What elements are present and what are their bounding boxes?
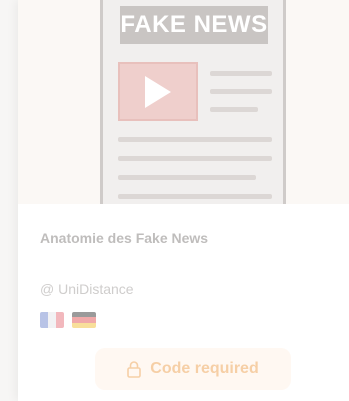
code-required-label: Code required [150,360,259,377]
text-line [118,175,256,180]
text-line [210,107,258,112]
text-line [118,194,272,199]
text-line [118,156,272,161]
newspaper-illustration: FAKE NEWS [100,0,286,204]
course-author: @ UniDistance [40,281,134,297]
play-icon [145,75,171,108]
fake-news-banner: FAKE NEWS [120,6,268,44]
text-line [210,71,272,76]
text-line [118,137,272,142]
flag-france-icon [40,312,64,328]
language-flags [40,312,96,328]
code-required-button[interactable]: Code required [95,348,291,390]
text-line [210,89,272,94]
course-title[interactable]: Anatomie des Fake News [40,230,208,246]
video-frame [118,62,198,121]
flag-germany-icon [72,312,96,328]
course-thumbnail[interactable]: FAKE NEWS [18,0,349,204]
lock-icon [127,361,142,378]
course-card[interactable]: FAKE NEWS Anatomie des Fake News @ UniDi… [18,0,349,401]
